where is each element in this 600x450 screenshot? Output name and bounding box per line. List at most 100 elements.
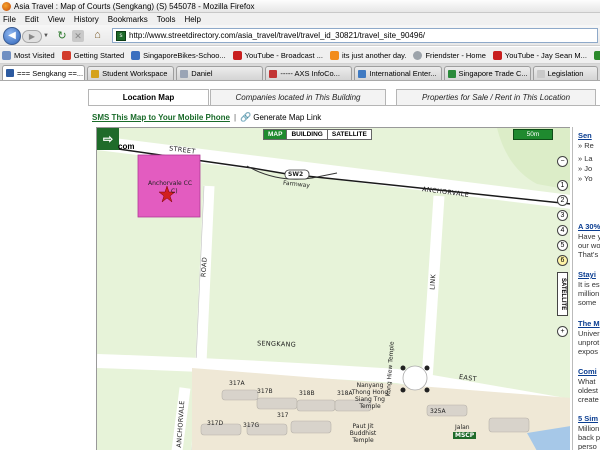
rp-line: Have y <box>578 232 600 241</box>
logo-text: com <box>118 142 135 151</box>
menu-view[interactable]: View <box>48 15 65 24</box>
zoom-level-4[interactable]: 4 <box>557 225 568 236</box>
zoom-level-1[interactable]: 1 <box>557 180 568 191</box>
firefox-icon <box>2 1 11 11</box>
rp-line: million <box>578 289 600 298</box>
map-canvas <box>97 128 570 450</box>
browser-tab-sengkang[interactable]: === Sengkang ==... <box>2 65 86 80</box>
tab-favicon-icon <box>269 69 278 78</box>
rp-line[interactable]: » Re <box>578 141 594 150</box>
back-arrow-icon[interactable]: ◀ <box>3 27 21 45</box>
map-links-row: SMS This Map to Your Mobile Phone | 🔗 Ge… <box>92 111 321 123</box>
tab-favicon-icon <box>358 69 367 78</box>
bookmark-more[interactable]: O <box>593 50 600 60</box>
window-titlebar: Asia Travel : Map of Courts (Sengkang) (… <box>0 0 600 13</box>
zoom-level-2[interactable]: 2 <box>557 195 568 206</box>
bookmark-friendster[interactable]: Friendster - Home <box>413 50 486 60</box>
rp-line: back p <box>578 433 600 442</box>
rp-line[interactable]: Comi <box>578 367 597 376</box>
browser-tab-axs[interactable]: ----- AXS InfoCo... <box>265 66 353 80</box>
menu-history[interactable]: History <box>74 15 99 24</box>
youtube-icon <box>232 50 242 60</box>
bookmark-folder-icon <box>2 50 11 60</box>
zoom-level-3[interactable]: 3 <box>557 210 568 221</box>
label-link: LINK <box>428 273 438 291</box>
zoom-in-button[interactable]: + <box>557 326 568 337</box>
menu-bar: File Edit View History Bookmarks Tools H… <box>0 13 600 25</box>
rp-line[interactable]: 5 Sim <box>578 414 598 423</box>
zoom-level-5[interactable]: 5 <box>557 240 568 251</box>
label-sw2: SW2 <box>288 171 304 178</box>
map-type-map-button[interactable]: MAP <box>264 130 288 139</box>
tab-underline <box>88 105 600 106</box>
tab-properties-for-sale[interactable]: Properties for Sale / Rent in This Locat… <box>396 89 596 105</box>
label-block-317: 317 <box>277 412 289 419</box>
window-title: Asia Travel : Map of Courts (Sengkang) (… <box>14 1 255 11</box>
tab-favicon-icon <box>6 69 14 77</box>
browser-tab-daniel[interactable]: Daniel <box>176 66 264 80</box>
tab-location-map[interactable]: Location Map <box>88 89 209 106</box>
map-type-switcher: MAP BUILDING SATELLITE <box>263 129 372 140</box>
page-content: Location Map Companies located in This B… <box>0 82 600 450</box>
rp-line: Million <box>578 424 600 433</box>
browser-tab-legislation[interactable]: Legislation <box>532 66 598 80</box>
reload-icon[interactable]: ↻ <box>55 29 69 43</box>
stop-icon[interactable]: ✕ <box>72 30 84 42</box>
label-block-318b: 318B <box>299 390 315 397</box>
chain-link-icon: 🔗 <box>240 111 252 122</box>
browser-tab-international[interactable]: International Enter... <box>354 66 442 80</box>
menu-edit[interactable]: Edit <box>25 15 39 24</box>
bookmark-youtube-broadcast[interactable]: YouTube - Broadcast ... <box>232 50 323 60</box>
rp-line[interactable]: A 30% <box>578 222 600 231</box>
browser-tab-student-workspace[interactable]: Student Workspace <box>87 66 175 80</box>
menu-tools[interactable]: Tools <box>157 15 176 24</box>
streetdirectory-logo-icon: ⇨ <box>97 128 119 150</box>
rp-line[interactable]: » La <box>578 154 593 163</box>
right-article-panel: Sen » Re » La » Jo » Yo A 30% Have y our… <box>572 127 600 450</box>
tab-favicon-icon <box>536 69 545 78</box>
rp-line[interactable]: » Yo <box>578 174 593 183</box>
bookmark-youtube-jay-sean[interactable]: YouTube - Jay Sean M... <box>492 50 587 60</box>
navigation-toolbar: ◀ ▶ ▼ ↻ ✕ ⌂ s http://www.streetdirectory… <box>0 25 600 46</box>
label-block-317a: 317A <box>229 380 245 387</box>
rp-line[interactable]: » Jo <box>578 164 592 173</box>
browser-tab-singapore-trade[interactable]: Singapore Trade C... <box>443 66 531 80</box>
link-separator: | <box>233 112 237 122</box>
rp-line: our wo <box>578 241 600 250</box>
tab-favicon-icon <box>91 69 100 78</box>
rp-line: What <box>578 377 596 386</box>
history-dropdown-icon[interactable]: ▼ <box>43 30 51 43</box>
bookmark-most-visited[interactable]: Most Visited <box>2 50 55 60</box>
rp-line: some <box>578 298 597 307</box>
zoom-out-button[interactable]: − <box>557 156 568 167</box>
firefox-bookmark-icon <box>61 50 71 60</box>
home-icon[interactable]: ⌂ <box>90 28 105 43</box>
rp-line: perso <box>578 442 597 450</box>
label-block-317g: 317G <box>243 422 260 429</box>
bookmark-singaporebikes[interactable]: SingaporeBikes-Schoo... <box>131 50 226 60</box>
menu-file[interactable]: File <box>3 15 16 24</box>
label-sengkang: SENGKANG <box>256 339 297 349</box>
zoom-level-6[interactable]: 6 <box>557 255 568 266</box>
rp-line: That's <box>578 250 599 259</box>
forward-arrow-icon[interactable]: ▶ <box>22 30 42 43</box>
map-scale: 50m <box>513 129 553 140</box>
site-favicon-icon: s <box>116 30 126 41</box>
bookmark-just-another-day[interactable]: its just another day. <box>329 50 406 60</box>
tab-companies-in-building[interactable]: Companies located in This Building <box>210 89 386 105</box>
bookmark-getting-started[interactable]: Getting Started <box>61 50 124 60</box>
rp-line[interactable]: Sen <box>578 131 592 140</box>
map-type-building-button[interactable]: BUILDING <box>287 130 328 139</box>
menu-bookmarks[interactable]: Bookmarks <box>108 15 148 24</box>
satellite-toggle-button[interactable]: SATELLITE <box>557 272 568 316</box>
location-map[interactable]: ⇨ com MAP BUILDING SATELLITE 50m STREET … <box>96 127 570 450</box>
rp-line[interactable]: Stayi <box>578 270 596 279</box>
rp-line[interactable]: The M <box>578 319 600 328</box>
sms-map-link[interactable]: SMS This Map to Your Mobile Phone <box>92 113 230 122</box>
rp-line: expos <box>578 347 599 356</box>
menu-help[interactable]: Help <box>184 15 200 24</box>
url-text[interactable]: http://www.streetdirectory.com/asia_trav… <box>129 31 425 40</box>
map-type-satellite-button[interactable]: SATELLITE <box>327 130 371 139</box>
url-bar[interactable]: s http://www.streetdirectory.com/asia_tr… <box>112 28 598 43</box>
generate-map-link[interactable]: Generate Map Link <box>253 113 321 122</box>
